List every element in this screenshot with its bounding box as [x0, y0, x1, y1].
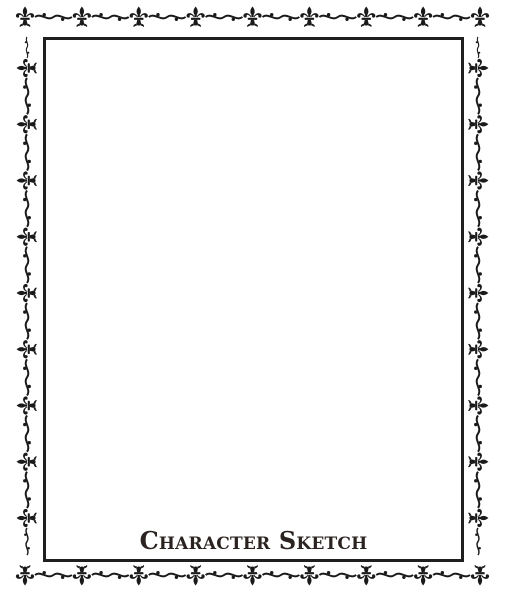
scroll-vine-icon	[473, 414, 483, 453]
scroll-vine-icon	[473, 189, 483, 228]
fleur-de-lis-icon	[300, 6, 319, 27]
scroll-vine-icon	[90, 570, 130, 580]
scroll-vine-icon	[261, 12, 301, 22]
scroll-vine-icon	[22, 414, 32, 453]
scroll-vine-icon	[318, 12, 358, 22]
fleur-de-lis-icon	[16, 171, 37, 190]
fleur-de-lis-icon	[468, 283, 489, 303]
scroll-vine-icon	[204, 570, 244, 580]
fleur-de-lis-icon	[16, 115, 37, 134]
scroll-vine-icon	[375, 12, 415, 22]
fleur-de-lis-icon	[15, 6, 35, 27]
scroll-vine-icon	[24, 36, 30, 59]
fleur-de-lis-icon	[16, 396, 37, 415]
fleur-de-lis-icon	[243, 6, 262, 27]
scroll-vine-icon	[22, 470, 32, 509]
scroll-vine-icon	[34, 12, 73, 22]
fleur-de-lis-icon	[468, 452, 489, 471]
scroll-vine-icon	[23, 527, 31, 556]
scroll-vine-icon	[22, 358, 32, 397]
scroll-vine-icon	[474, 527, 482, 556]
fleur-de-lis-icon	[468, 508, 489, 528]
scroll-vine-icon	[432, 12, 471, 22]
fleur-de-lis-icon	[15, 565, 35, 586]
fleur-de-lis-icon	[186, 6, 205, 27]
scroll-vine-icon	[318, 570, 358, 580]
fleur-de-lis-icon	[357, 565, 376, 586]
scroll-vine-icon	[473, 358, 483, 397]
fleur-de-lis-icon	[300, 565, 319, 586]
fleur-de-lis-icon	[414, 6, 433, 27]
scroll-vine-icon	[473, 302, 483, 341]
fleur-de-lis-icon	[470, 565, 490, 586]
scroll-vine-icon	[473, 245, 483, 284]
fleur-de-lis-icon	[470, 6, 490, 27]
fleur-de-lis-icon	[129, 565, 148, 586]
scroll-vine-icon	[147, 12, 187, 22]
scroll-vine-icon	[22, 77, 32, 116]
scroll-vine-icon	[22, 133, 32, 172]
scroll-vine-icon	[473, 470, 483, 509]
fleur-de-lis-icon	[186, 565, 205, 586]
fleur-de-lis-icon	[357, 6, 376, 27]
scroll-vine-icon	[261, 570, 301, 580]
fleur-de-lis-icon	[468, 396, 489, 415]
fleur-de-lis-icon	[16, 227, 37, 246]
fleur-de-lis-icon	[16, 508, 37, 528]
scroll-vine-icon	[147, 570, 187, 580]
scroll-vine-icon	[375, 570, 415, 580]
scroll-vine-icon	[473, 77, 483, 116]
fleur-de-lis-icon	[243, 565, 262, 586]
fleur-de-lis-icon	[72, 6, 91, 27]
fleur-de-lis-icon	[414, 565, 433, 586]
caption-title: Character Sketch	[139, 526, 368, 555]
fleur-de-lis-icon	[16, 283, 37, 303]
fleur-de-lis-icon	[129, 6, 148, 27]
fleur-de-lis-icon	[468, 340, 489, 359]
fleur-de-lis-icon	[468, 171, 489, 190]
scroll-vine-icon	[475, 36, 481, 59]
scroll-vine-icon	[204, 12, 244, 22]
character-sketch-page: Character Sketch	[0, 0, 505, 593]
scroll-vine-icon	[22, 302, 32, 341]
fleur-de-lis-icon	[72, 565, 91, 586]
scroll-vine-icon	[90, 12, 130, 22]
fleur-de-lis-icon	[16, 452, 37, 471]
fleur-de-lis-icon	[468, 115, 489, 134]
sketch-area[interactable]: Character Sketch	[43, 37, 464, 562]
scroll-vine-icon	[473, 133, 483, 172]
fleur-de-lis-icon	[16, 58, 37, 78]
scroll-vine-icon	[22, 189, 32, 228]
fleur-de-lis-icon	[468, 227, 489, 246]
scroll-vine-icon	[432, 570, 471, 580]
fleur-de-lis-icon	[468, 58, 489, 78]
fleur-de-lis-icon	[16, 340, 37, 359]
scroll-vine-icon	[22, 245, 32, 284]
scroll-vine-icon	[34, 570, 73, 580]
